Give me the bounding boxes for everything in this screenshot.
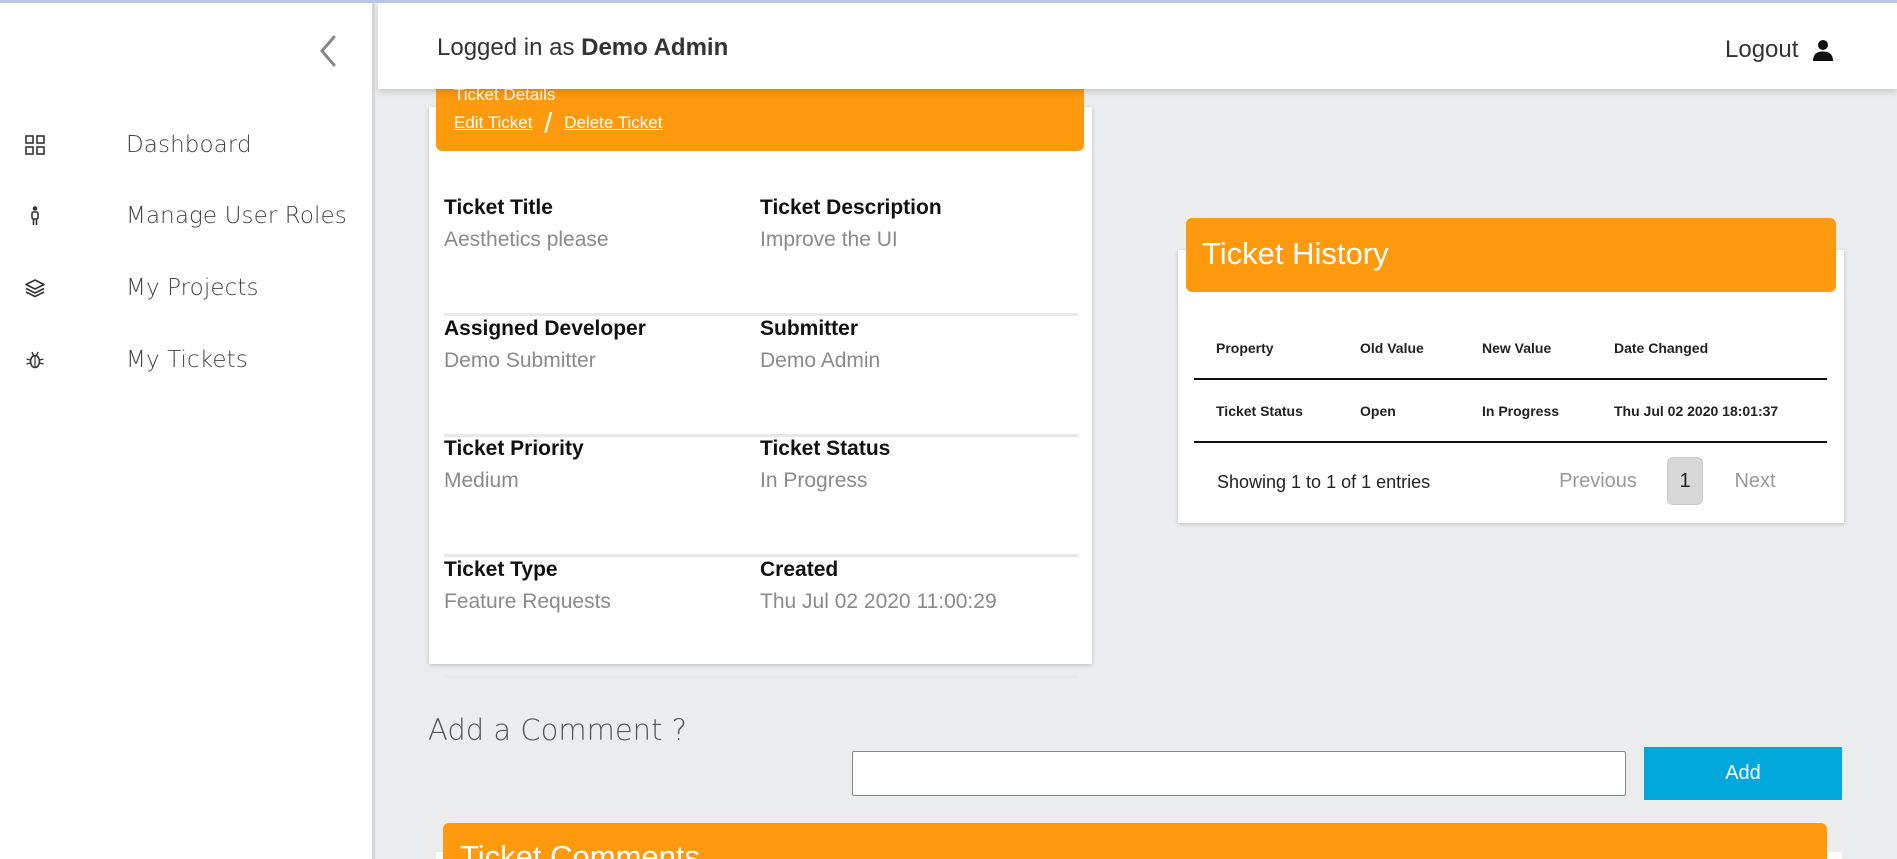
pagination-next[interactable]: Next	[1722, 457, 1788, 505]
field-value: Thu Jul 02 2020 11:00:29	[760, 590, 997, 613]
person-icon	[31, 206, 39, 225]
details-row: Ticket Priority Medium Ticket Status In …	[444, 437, 1078, 557]
field-label: Ticket Description	[760, 196, 942, 219]
bug-icon	[26, 351, 44, 369]
sidebar-item-dashboard[interactable]: Dashboard	[0, 120, 372, 170]
field-created: Created Thu Jul 02 2020 11:00:29	[760, 558, 997, 614]
field-value: In Progress	[760, 469, 868, 492]
sidebar-item-label: My Projects	[126, 275, 259, 301]
window-top-border	[0, 0, 1897, 3]
top-header: Logged in as Demo Admin Logout	[378, 3, 1897, 89]
table-entries-info: Showing 1 to 1 of 1 entries	[1217, 472, 1431, 492]
field-ticket-description: Ticket Description Improve the UI	[760, 196, 942, 252]
sidebar-item-my-projects[interactable]: My Projects	[0, 263, 372, 313]
logout-button[interactable]: Logout	[1725, 36, 1834, 64]
field-value: Feature Requests	[444, 590, 611, 613]
table-cell: Open	[1360, 403, 1396, 419]
field-ticket-title: Ticket Title Aesthetics please	[444, 196, 609, 252]
sidebar-item-label: My Tickets	[126, 347, 248, 373]
field-label: Created	[760, 558, 839, 581]
details-row: Ticket Title Aesthetics please Ticket De…	[444, 196, 1078, 316]
edit-ticket-link[interactable]: Edit Ticket	[454, 113, 532, 133]
user-icon	[1813, 40, 1834, 61]
details-row: Assigned Developer Demo Submitter Submit…	[444, 317, 1078, 437]
logged-in-text: Logged in as Demo Admin	[437, 34, 728, 62]
field-ticket-status: Ticket Status In Progress	[760, 437, 890, 493]
logged-prefix: Logged in as	[437, 34, 575, 61]
field-ticket-priority: Ticket Priority Medium	[444, 437, 584, 493]
field-value: Improve the UI	[760, 228, 898, 251]
table-cell: Ticket Status	[1216, 403, 1303, 419]
ticket-history-banner: Ticket History	[1186, 218, 1836, 292]
add-comment-heading: Add a Comment ?	[428, 713, 688, 747]
ticket-history-table: Property Old Value New Value Date Change…	[1194, 317, 1827, 443]
pagination-page-1[interactable]: 1	[1667, 457, 1703, 505]
field-value: Demo Admin	[760, 349, 881, 372]
layers-icon	[25, 279, 45, 298]
field-assigned-developer: Assigned Developer Demo Submitter	[444, 317, 646, 373]
link-separator: /	[544, 107, 553, 138]
ticket-details-banner: Ticket Details Edit Ticket / Delete Tick…	[436, 86, 1084, 151]
sidebar-item-manage-user-roles[interactable]: Manage User Roles	[0, 191, 372, 241]
column-header[interactable]: New Value	[1482, 340, 1551, 356]
column-header[interactable]: Old Value	[1360, 340, 1424, 356]
sidebar-item-label: Manage User Roles	[126, 203, 347, 229]
ticket-comments-banner: Ticket Comments	[443, 823, 1827, 859]
column-header[interactable]: Date Changed	[1614, 340, 1708, 356]
ticket-actions: Edit Ticket / Delete Ticket	[454, 109, 662, 137]
table-cell: Thu Jul 02 2020 18:01:37	[1614, 403, 1779, 419]
sidebar-item-my-tickets[interactable]: My Tickets	[0, 335, 372, 385]
chevron-left-icon	[320, 35, 336, 67]
pagination-previous[interactable]: Previous	[1550, 457, 1646, 505]
ticket-comments-title: Ticket Comments	[460, 839, 701, 859]
field-ticket-type: Ticket Type Feature Requests	[444, 558, 611, 614]
table-row: Ticket Status Open In Progress Thu Jul 0…	[1194, 380, 1827, 443]
field-value: Medium	[444, 469, 519, 492]
delete-ticket-link[interactable]: Delete Ticket	[564, 113, 662, 133]
field-submitter: Submitter Demo Admin	[760, 317, 880, 373]
table-cell: In Progress	[1482, 403, 1560, 419]
add-comment-button[interactable]: Add	[1644, 747, 1842, 800]
field-value: Aesthetics please	[444, 228, 609, 251]
logout-label: Logout	[1725, 36, 1799, 63]
sidebar-item-label: Dashboard	[126, 132, 252, 158]
field-label: Ticket Status	[760, 437, 891, 460]
field-label: Submitter	[760, 317, 859, 340]
table-header-row: Property Old Value New Value Date Change…	[1194, 317, 1827, 380]
current-user-name: Demo Admin	[581, 34, 729, 61]
field-label: Ticket Priority	[444, 437, 584, 460]
comment-input[interactable]	[852, 751, 1626, 796]
details-row: Ticket Type Feature Requests Created Thu…	[444, 558, 1078, 678]
field-label: Assigned Developer	[444, 317, 646, 340]
grid-icon	[25, 135, 45, 155]
column-header[interactable]: Property	[1216, 340, 1274, 356]
ticket-history-title: Ticket History	[1202, 236, 1389, 271]
field-value: Demo Submitter	[444, 349, 596, 372]
collapse-sidebar-button[interactable]	[314, 31, 344, 71]
field-label: Ticket Type	[444, 558, 558, 581]
sidebar: Dashboard Manage User Roles My Projects	[0, 3, 375, 859]
field-label: Ticket Title	[444, 196, 553, 219]
